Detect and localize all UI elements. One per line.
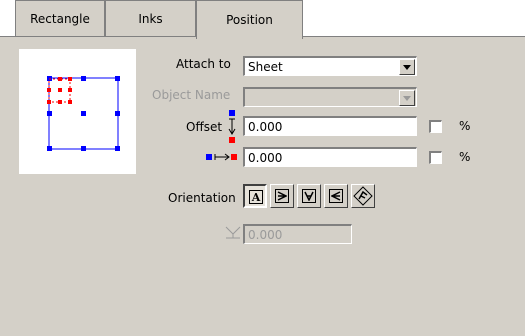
handle-bottom-left [47, 146, 52, 151]
object-handle-right [68, 88, 72, 92]
tab-rectangle[interactable]: Rectangle [15, 0, 105, 36]
offset-horizontal-percent-label: % [459, 150, 471, 164]
handle-middle-left [47, 111, 52, 116]
tab-position-label: Position [226, 13, 273, 27]
tab-inks-label: Inks [138, 11, 163, 26]
horizontal-offset-icon [206, 153, 237, 161]
object-handle-bottom-left [47, 100, 51, 104]
object-name-select[interactable] [243, 87, 417, 107]
chevron-down-icon [403, 95, 411, 101]
offset-horizontal-input[interactable]: 0.000 [243, 147, 417, 167]
offset-vertical-input[interactable]: 0.000 [243, 116, 417, 136]
custom-angle-icon [353, 186, 373, 206]
attach-to-label: Attach to [176, 57, 231, 71]
rotate-right-icon [275, 189, 289, 203]
attach-to-select[interactable]: Sheet [243, 56, 417, 76]
orientation-label: Orientation [168, 191, 236, 205]
angle-icon [225, 226, 241, 239]
orientation-rotate-right-button[interactable] [270, 184, 294, 208]
object-handle-center [58, 88, 62, 92]
orientation-custom-angle-button[interactable] [351, 184, 375, 208]
tab-rectangle-label: Rectangle [30, 11, 90, 26]
offset-horizontal-value: 0.000 [248, 151, 283, 165]
object-handle-top-right [68, 77, 72, 81]
handle-top-middle [81, 76, 86, 81]
handle-top-right [115, 76, 120, 81]
upside-down-icon [302, 189, 316, 203]
offset-horizontal-percent-checkbox[interactable] [429, 151, 442, 164]
object-handle-left [47, 88, 51, 92]
orientation-upside-down-button[interactable] [297, 184, 321, 208]
orientation-button-group: A [243, 184, 423, 210]
object-handle-bottom-right [68, 100, 72, 104]
vertical-offset-icon [228, 110, 236, 143]
object-name-label: Object Name [152, 88, 231, 102]
object-handle-top [58, 77, 62, 81]
handle-middle-right [115, 111, 120, 116]
preview-diagram [47, 76, 120, 151]
tab-position[interactable]: Position [196, 0, 303, 39]
object-handle-bottom [58, 100, 62, 104]
chevron-down-icon [403, 64, 411, 70]
orientation-upright-button[interactable]: A [243, 184, 267, 208]
rotate-left-icon [329, 189, 343, 203]
angle-value: 0.000 [248, 228, 283, 242]
orientation-rotate-left-button[interactable] [324, 184, 348, 208]
attach-to-dropdown-button[interactable] [399, 59, 415, 75]
handle-bottom-right [115, 146, 120, 151]
upright-a-icon: A [249, 190, 263, 204]
tab-inks[interactable]: Inks [105, 0, 196, 36]
offset-vertical-percent-checkbox[interactable] [429, 120, 442, 133]
attach-to-value: Sheet [248, 60, 283, 74]
offset-vertical-value: 0.000 [248, 120, 283, 134]
position-preview [19, 49, 136, 174]
object-name-dropdown-button[interactable] [399, 90, 415, 106]
angle-input[interactable]: 0.000 [243, 224, 352, 244]
handle-center [81, 111, 86, 116]
handle-bottom-middle [81, 146, 86, 151]
offset-label: Offset [186, 120, 223, 134]
offset-vertical-percent-label: % [459, 119, 471, 133]
